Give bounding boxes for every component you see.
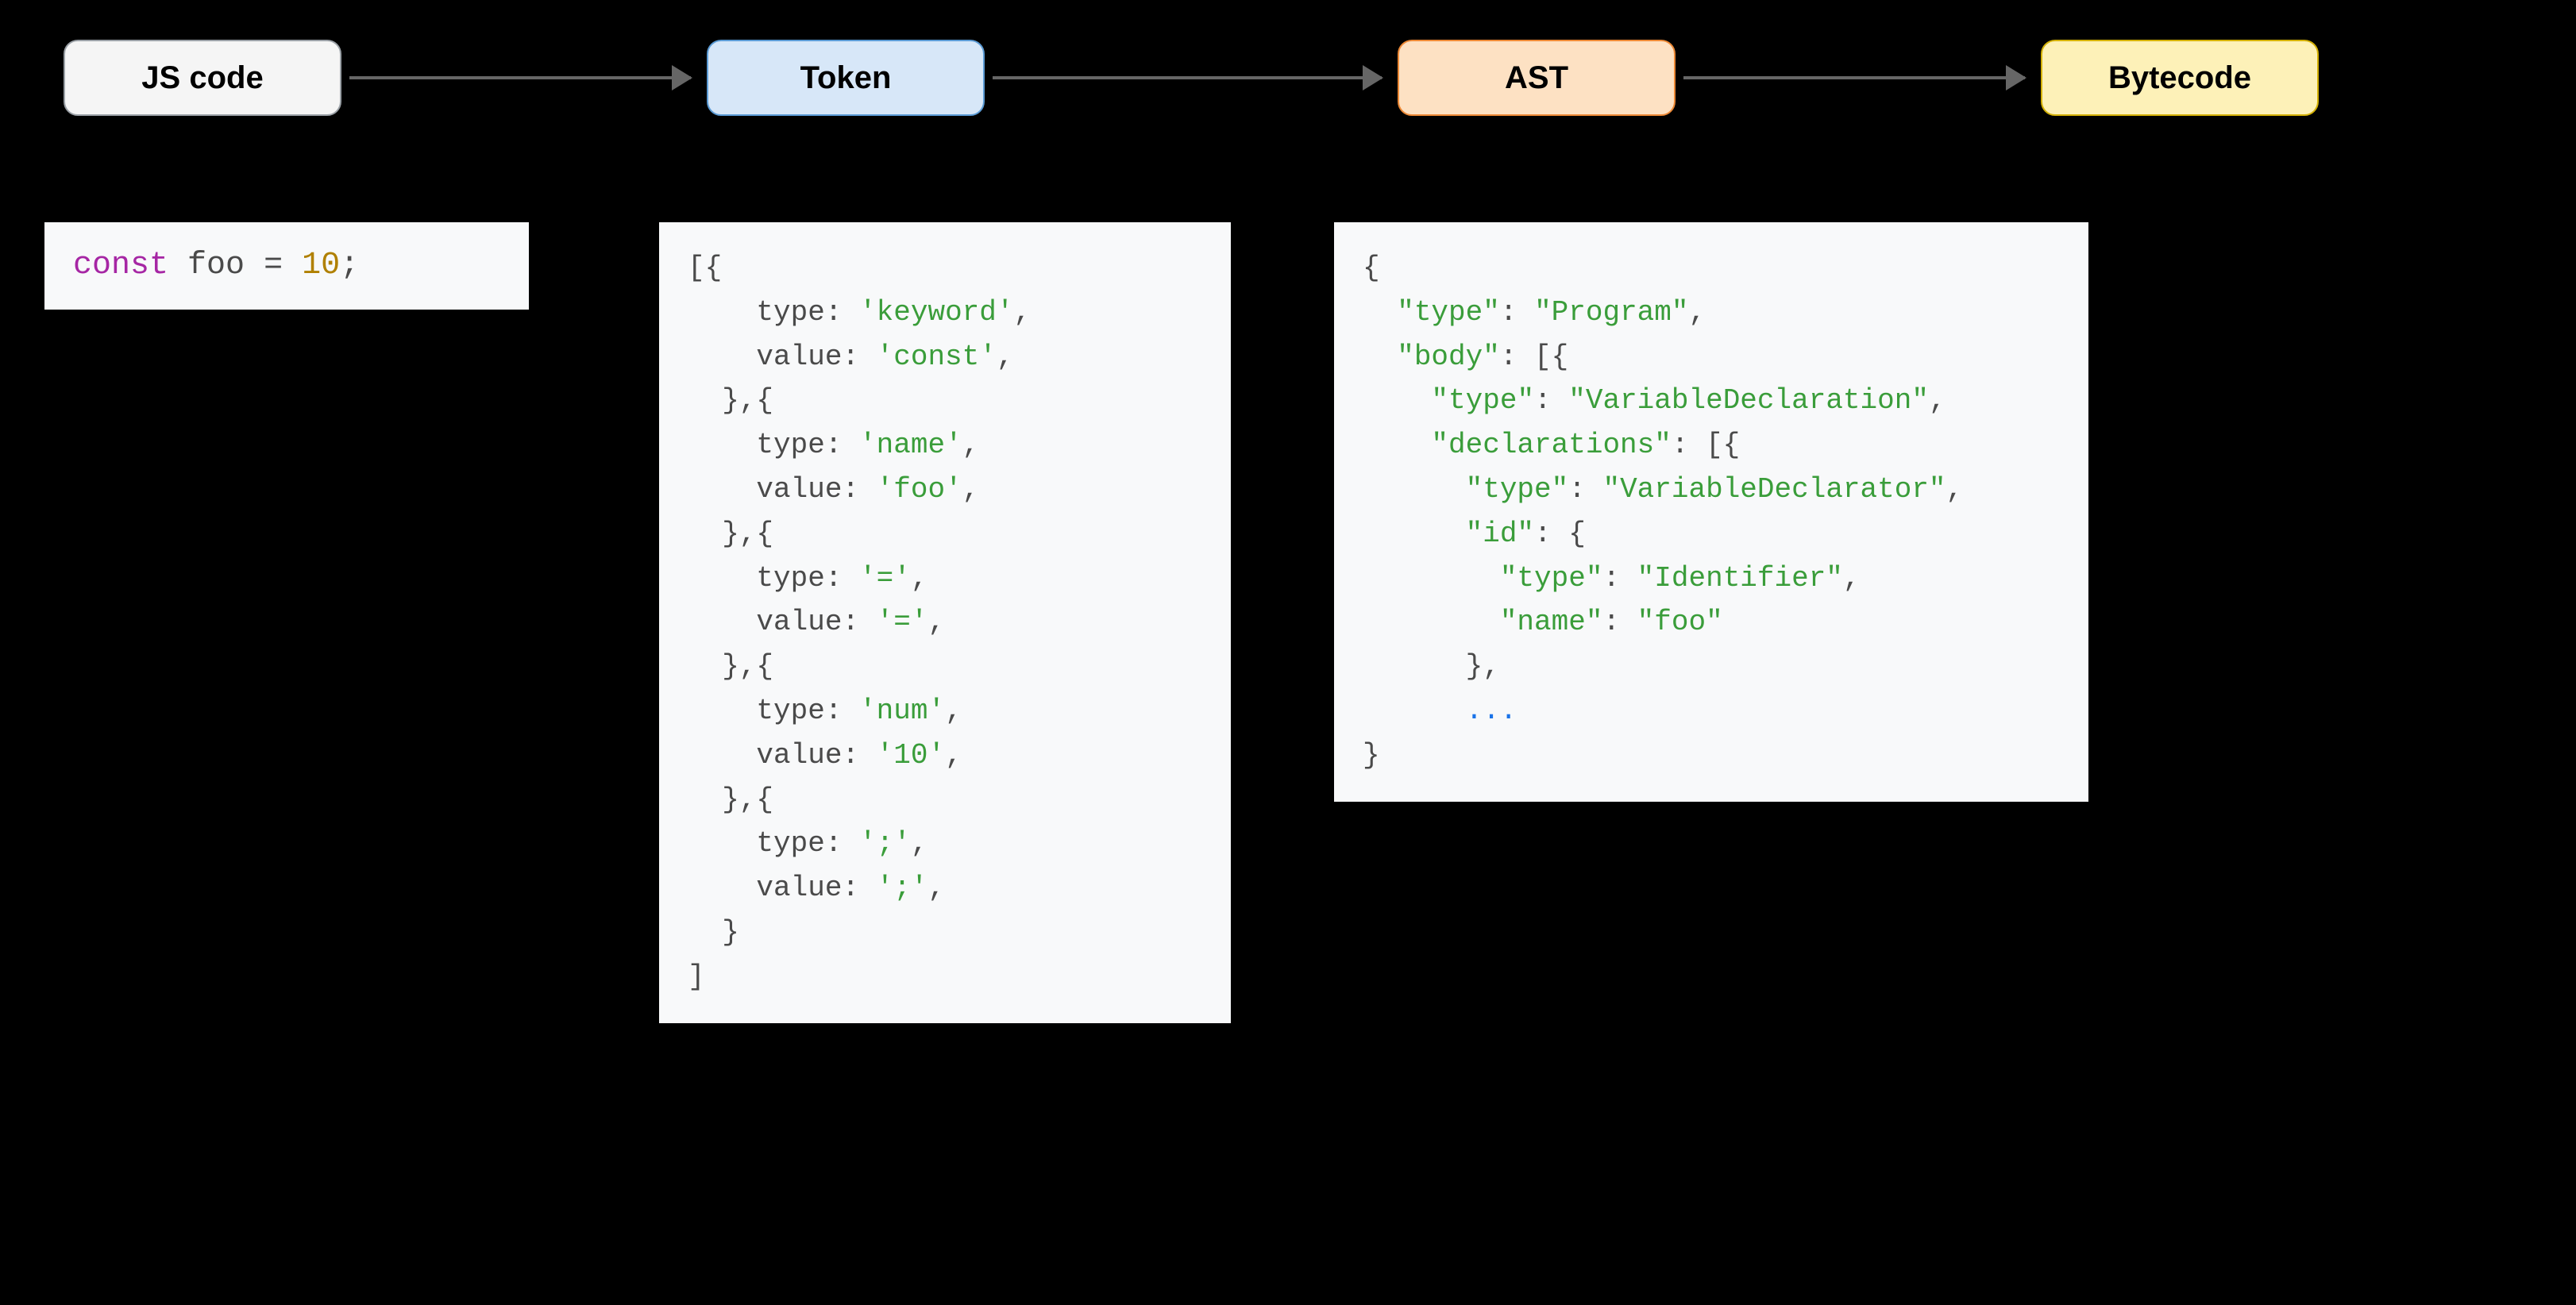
arrow-token-to-ast <box>993 76 1382 79</box>
stage-token: Token <box>707 40 985 116</box>
diagram-canvas: JS code Token AST Bytecode const foo = 1… <box>0 0 2576 1305</box>
js-operator: = <box>264 248 283 283</box>
arrow-js-to-token <box>349 76 691 79</box>
ast-panel: { "type": "Program", "body": [{ "type": … <box>1334 222 2088 802</box>
token-panel: [{ type: 'keyword', value: 'const', },{ … <box>659 222 1231 1023</box>
ast-ellipsis: ... <box>1466 695 1517 727</box>
stage-bytecode: Bytecode <box>2041 40 2319 116</box>
stage-ast: AST <box>1398 40 1676 116</box>
js-identifier: foo <box>187 248 245 283</box>
arrow-ast-to-bytecode <box>1683 76 2025 79</box>
js-source-panel: const foo = 10; <box>44 222 529 310</box>
js-keyword: const <box>73 248 168 283</box>
js-semicolon: ; <box>340 248 359 283</box>
stage-js-code: JS code <box>64 40 341 116</box>
js-number: 10 <box>302 248 340 283</box>
